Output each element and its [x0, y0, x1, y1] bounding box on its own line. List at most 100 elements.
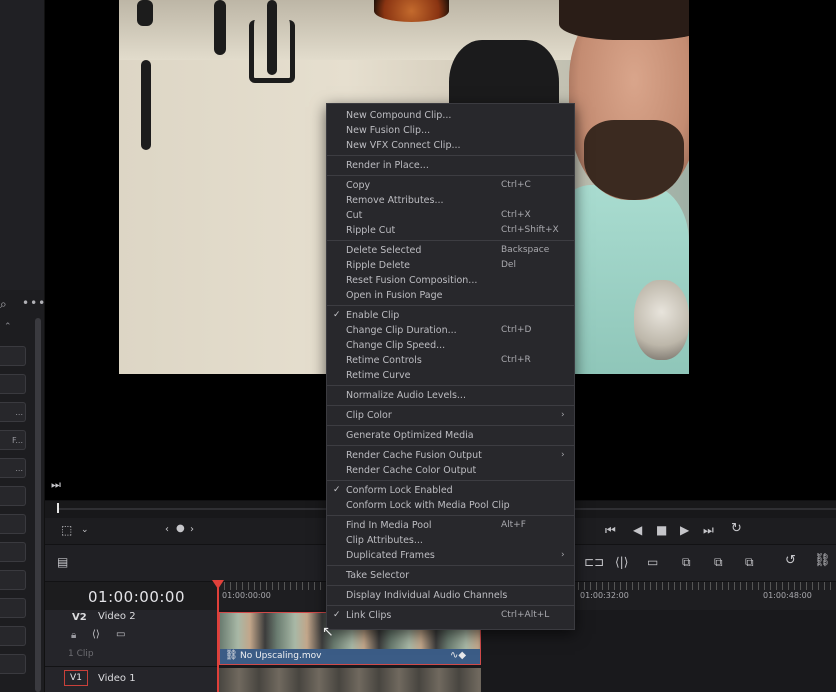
menu-item-render-cache-color-output[interactable]: Render Cache Color Output — [327, 463, 574, 478]
insert-clip-icon[interactable]: ⧉ — [682, 555, 691, 569]
menu-item-label: Duplicated Frames — [346, 550, 435, 561]
ruler-label: 01:00:32:00 — [580, 591, 629, 600]
media-pool-item[interactable] — [0, 542, 26, 562]
retime-curve-icon: ∿◆ — [450, 650, 467, 661]
menu-item-shortcut: Alt+F — [501, 520, 526, 530]
panel-scrollbar[interactable] — [35, 318, 41, 692]
menu-item-open-in-fusion-page[interactable]: Open in Fusion Page — [327, 288, 574, 303]
media-pool-item[interactable] — [0, 598, 26, 618]
media-pool-item[interactable]: ... — [0, 458, 26, 478]
menu-item-new-vfx-connect-clip[interactable]: New VFX Connect Clip... — [327, 138, 574, 153]
menu-item-label: Delete Selected — [346, 245, 422, 256]
go-to-start-icon[interactable]: ⏮ — [605, 523, 616, 537]
go-to-end-icon[interactable]: ⏭ — [703, 523, 714, 537]
menu-separator — [327, 480, 574, 481]
menu-item-conform-lock-enabled[interactable]: ✓ Conform Lock Enabled — [327, 483, 574, 498]
menu-item-label: Retime Curve — [346, 370, 411, 381]
reverse-play-icon[interactable]: ◀ — [633, 523, 642, 537]
play-icon[interactable]: ▶ — [680, 523, 689, 537]
menu-item-link-clips[interactable]: ✓ Link Clips Ctrl+Alt+L — [327, 608, 574, 623]
menu-item-clip-attributes[interactable]: Clip Attributes... — [327, 533, 574, 548]
menu-item-label: Normalize Audio Levels... — [346, 390, 466, 401]
more-options-icon[interactable]: ••• — [22, 296, 46, 310]
auto-select-icon[interactable]: ⟨⟩ — [92, 628, 100, 642]
menu-item-clip-color[interactable]: Clip Color › — [327, 408, 574, 423]
timeline-clip-v1[interactable] — [219, 668, 481, 692]
menu-separator — [327, 385, 574, 386]
scrubber-head[interactable] — [57, 503, 59, 513]
menu-item-render-in-place[interactable]: Render in Place... — [327, 158, 574, 173]
menu-item-new-compound-clip[interactable]: New Compound Clip... — [327, 108, 574, 123]
menu-item-ripple-cut[interactable]: Ripple Cut Ctrl+Shift+X — [327, 223, 574, 238]
checkmark-icon: ✓ — [333, 485, 341, 495]
menu-item-retime-curve[interactable]: Retime Curve — [327, 368, 574, 383]
menu-item-cut[interactable]: Cut Ctrl+X — [327, 208, 574, 223]
menu-item-generate-optimized-media[interactable]: Generate Optimized Media — [327, 428, 574, 443]
menu-item-new-fusion-clip[interactable]: New Fusion Clip... — [327, 123, 574, 138]
menu-separator — [327, 305, 574, 306]
next-marker-icon[interactable]: › — [190, 523, 194, 537]
dynamic-trim-icon[interactable]: ⟨|⟩ — [615, 555, 628, 569]
blade-icon[interactable]: ▭ — [647, 555, 658, 569]
menu-item-remove-attributes[interactable]: Remove Attributes... — [327, 193, 574, 208]
search-icon[interactable]: ⌕ — [0, 297, 7, 311]
link-icon[interactable]: ⛓ — [814, 554, 831, 568]
playhead[interactable] — [217, 582, 219, 692]
menu-item-copy[interactable]: Copy Ctrl+C — [327, 178, 574, 193]
menu-separator — [327, 605, 574, 606]
media-pool-item[interactable] — [0, 654, 26, 674]
go-to-end-icon[interactable]: ⏭ — [51, 478, 61, 492]
timecode-display: 01:00:00:00 — [88, 588, 186, 606]
stop-icon[interactable]: ■ — [656, 523, 667, 537]
menu-item-change-clip-speed[interactable]: Change Clip Speed... — [327, 338, 574, 353]
menu-item-label: Change Clip Duration... — [346, 325, 457, 336]
menu-item-label: Copy — [346, 180, 371, 191]
media-pool-item[interactable] — [0, 346, 26, 366]
chevron-right-icon: › — [561, 410, 565, 420]
overwrite-clip-icon[interactable]: ⧉ — [714, 555, 723, 569]
chevron-down-icon[interactable]: ⌄ — [81, 523, 89, 537]
media-pool-item[interactable] — [0, 626, 26, 646]
media-pool-item[interactable] — [0, 514, 26, 534]
marker-dot-icon[interactable]: ● — [176, 522, 185, 536]
menu-item-render-cache-fusion-output[interactable]: Render Cache Fusion Output › — [327, 448, 574, 463]
media-pool-item[interactable]: F... — [0, 430, 26, 450]
track-badge: V2 — [72, 612, 87, 623]
menu-item-normalize-audio-levels[interactable]: Normalize Audio Levels... — [327, 388, 574, 403]
menu-item-label: New Fusion Clip... — [346, 125, 431, 136]
menu-item-find-in-media-pool[interactable]: Find In Media Pool Alt+F — [327, 518, 574, 533]
menu-item-change-clip-duration[interactable]: Change Clip Duration... Ctrl+D — [327, 323, 574, 338]
track-badge[interactable]: V1 — [64, 670, 88, 686]
collapse-icon[interactable]: ⌃ — [4, 320, 12, 334]
menu-item-display-individual-audio-channels[interactable]: Display Individual Audio Channels — [327, 588, 574, 603]
menu-item-duplicated-frames[interactable]: Duplicated Frames › — [327, 548, 574, 563]
playhead-handle[interactable] — [212, 580, 224, 589]
menu-item-take-selector[interactable]: Take Selector — [327, 568, 574, 583]
replace-clip-icon[interactable]: ⧉ — [745, 555, 754, 569]
menu-item-label: Link Clips — [346, 610, 392, 621]
loop-icon[interactable]: ↻ — [731, 522, 742, 536]
menu-item-label: Render Cache Color Output — [346, 465, 477, 476]
menu-item-conform-lock-with-media-pool-clip[interactable]: Conform Lock with Media Pool Clip — [327, 498, 574, 513]
media-pool-top — [0, 0, 44, 290]
cable-loop — [249, 20, 295, 83]
menu-item-ripple-delete[interactable]: Ripple Delete Del — [327, 258, 574, 273]
media-pool-item[interactable] — [0, 374, 26, 394]
prev-marker-icon[interactable]: ‹ — [165, 523, 169, 537]
track-visibility-icon[interactable]: ▭ — [116, 628, 125, 642]
menu-item-label: Conform Lock with Media Pool Clip — [346, 500, 510, 511]
menu-item-retime-controls[interactable]: Retime Controls Ctrl+R — [327, 353, 574, 368]
menu-separator — [327, 515, 574, 516]
trim-icon[interactable]: ⊏⊐ — [584, 555, 604, 569]
lock-icon[interactable]: 🔒︎ — [71, 629, 76, 643]
timeline-view-icon[interactable]: ▤ — [57, 555, 68, 569]
menu-item-delete-selected[interactable]: Delete Selected Backspace — [327, 243, 574, 258]
media-pool-item[interactable]: ... — [0, 402, 26, 422]
menu-item-enable-clip[interactable]: ✓ Enable Clip — [327, 308, 574, 323]
media-pool-item[interactable] — [0, 570, 26, 590]
menu-item-reset-fusion-composition[interactable]: Reset Fusion Composition... — [327, 273, 574, 288]
menu-separator — [327, 585, 574, 586]
media-pool-item[interactable] — [0, 486, 26, 506]
viewer-mode-icon[interactable]: ⬚ — [61, 523, 72, 537]
snapping-icon[interactable]: ↺ — [785, 554, 796, 568]
